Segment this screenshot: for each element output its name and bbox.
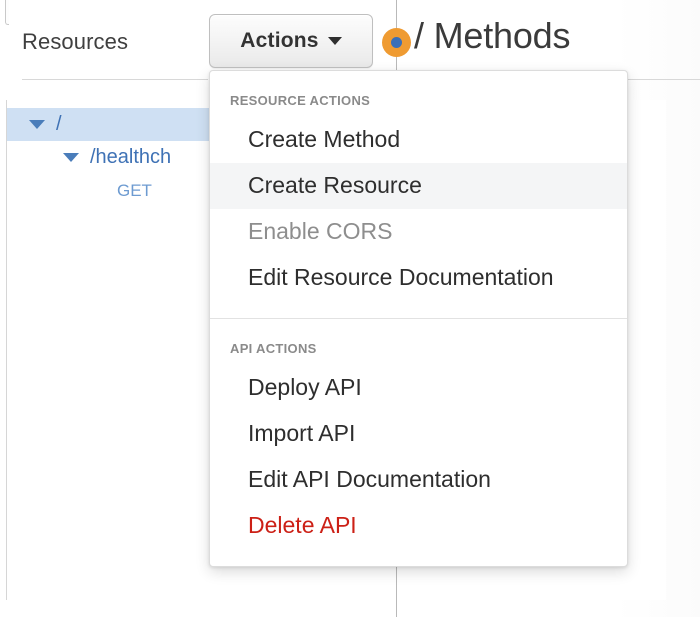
tree-method-label[interactable]: GET (117, 181, 152, 201)
actions-button[interactable]: Actions (209, 14, 373, 68)
menu-item-import-api[interactable]: Import API (210, 411, 627, 457)
menu-bottom-padding (210, 549, 627, 566)
menu-item-edit-resource-documentation[interactable]: Edit Resource Documentation (210, 255, 627, 301)
tree-row-healthcheck[interactable]: /healthch (7, 141, 217, 174)
resource-node-dot-center (391, 37, 402, 48)
chevron-down-icon (327, 37, 342, 45)
header-divider-left (22, 79, 208, 80)
header-divider-right (626, 79, 700, 80)
menu-item-enable-cors: Enable CORS (248, 218, 393, 244)
offscreen-control-stub (5, 0, 9, 25)
app-root: Resources Actions / Methods / /healthch … (0, 0, 700, 617)
resource-tree: / /healthch GET (7, 108, 217, 207)
actions-button-label: Actions (240, 29, 319, 52)
actions-dropdown-menu: RESOURCE ACTIONS Create Method Create Re… (209, 70, 628, 567)
menu-section-header-api-actions: API ACTIONS (230, 341, 317, 356)
menu-section-header-resource-actions: RESOURCE ACTIONS (230, 93, 371, 108)
tree-item-label[interactable]: /healthch (90, 146, 171, 169)
menu-item-deploy-api[interactable]: Deploy API (210, 365, 627, 411)
resource-node-dot-icon (382, 28, 411, 57)
page-title: / Methods (414, 15, 571, 56)
menu-item-edit-api-documentation[interactable]: Edit API Documentation (210, 457, 627, 503)
caret-down-icon[interactable] (63, 153, 79, 162)
tree-item-label[interactable]: / (56, 113, 62, 136)
tree-row-method-get[interactable]: GET (7, 174, 217, 207)
caret-down-icon[interactable] (29, 120, 45, 129)
menu-item-create-resource[interactable]: Create Resource (210, 163, 627, 209)
menu-item-delete-api[interactable]: Delete API (210, 503, 627, 549)
tree-row-root[interactable]: / (7, 108, 217, 141)
page-section-title: Resources (22, 29, 129, 54)
menu-item-create-method[interactable]: Create Method (210, 117, 627, 163)
